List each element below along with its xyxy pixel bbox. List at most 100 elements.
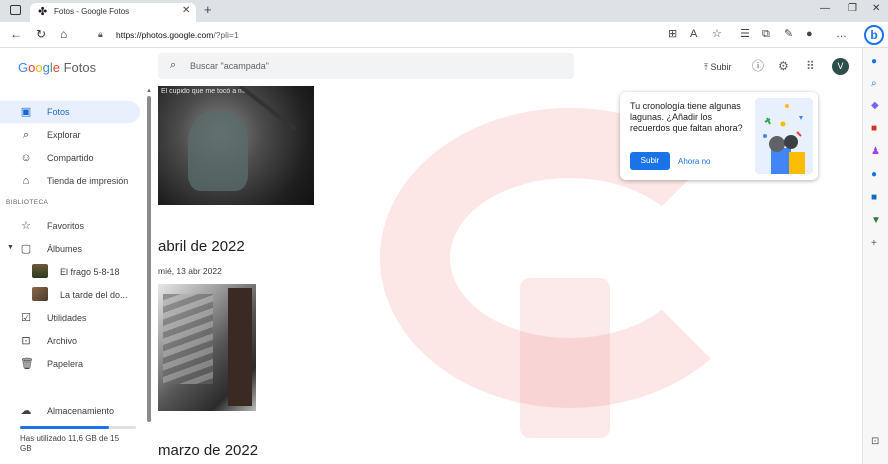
- settings-gear-icon[interactable]: ⚙: [778, 60, 789, 72]
- logo-letter: G: [18, 60, 29, 75]
- nav-item-favoritos[interactable]: ☆ Favoritos: [0, 215, 140, 237]
- nav-label: Tienda de impresión: [47, 176, 129, 186]
- bing-icon[interactable]: b: [864, 25, 884, 45]
- logo-product: Fotos: [63, 60, 97, 75]
- photo-door: [228, 288, 252, 406]
- read-aloud-icon[interactable]: A: [690, 28, 697, 40]
- new-tab-icon[interactable]: +: [204, 2, 212, 17]
- day-label: mié, 13 abr 2022: [158, 266, 222, 276]
- nav-label: Explorar: [47, 130, 81, 140]
- scrollbar-thumb[interactable]: [147, 96, 151, 422]
- nav-item-archivo[interactable]: ⊡ Archivo: [0, 330, 140, 352]
- popup-upload-button[interactable]: Subir: [630, 152, 670, 170]
- nav-label: La tarde del do...: [60, 290, 128, 300]
- photo-figure: [188, 111, 248, 191]
- sidebar-settings-icon[interactable]: ⊡: [871, 436, 879, 447]
- back-icon[interactable]: ←: [10, 28, 22, 40]
- nav-label: Almacenamiento: [47, 406, 115, 416]
- drop-icon[interactable]: ▼: [871, 215, 881, 226]
- reload-icon[interactable]: ↻: [36, 28, 46, 40]
- upload-label: Subir: [710, 62, 732, 72]
- popup-dismiss-button[interactable]: Ahora no: [678, 157, 710, 166]
- nav-item-albumes[interactable]: ▼ ▢ Álbumes: [0, 238, 140, 260]
- nav-item-fotos[interactable]: ▣ Fotos: [0, 101, 140, 123]
- url-host: https://photos.google.com: [116, 30, 214, 40]
- help-icon[interactable]: ⓘ: [752, 60, 764, 72]
- shopping-icon[interactable]: ◆: [871, 100, 879, 111]
- outlook-icon[interactable]: ■: [871, 192, 877, 203]
- nav-label: Utilidades: [47, 313, 87, 323]
- minimize-icon[interactable]: —: [820, 3, 830, 14]
- extensions-icon[interactable]: ✎: [784, 28, 793, 40]
- url-path: /?pli=1: [213, 30, 239, 40]
- nav-item-explorar[interactable]: ⌕ Explorar: [0, 124, 140, 146]
- apps-grid-icon[interactable]: ⠿: [806, 60, 815, 72]
- left-navigation: ▣ Fotos ⌕ Explorar ☺ Compartido ⌂ Tienda…: [0, 98, 150, 464]
- tab-title: Fotos - Google Fotos: [54, 7, 130, 16]
- storage-usage-text: Has utilizado 11,6 GB de 15 GB: [20, 434, 120, 453]
- home-icon[interactable]: ⌂: [60, 28, 67, 40]
- popup-message: Tu cronología tiene algunas lagunas. ¿Añ…: [630, 101, 743, 133]
- search-sidebar-icon[interactable]: ⌕: [871, 78, 877, 89]
- photo-bow: [239, 86, 297, 132]
- nav-item-utilidades[interactable]: ☑ Utilidades: [0, 307, 140, 329]
- app-available-icon[interactable]: ⊞: [668, 28, 677, 40]
- browser-tab[interactable]: ✤ Fotos - Google Fotos ✕: [30, 3, 196, 22]
- nav-item-album-1[interactable]: El frago 5-8-18: [0, 261, 140, 283]
- popup-illustration-svg: [763, 104, 805, 174]
- favorites-bar-icon[interactable]: ☰: [740, 28, 750, 40]
- nav-label: Favoritos: [47, 221, 85, 231]
- avatar[interactable]: V: [832, 58, 849, 75]
- collections-icon[interactable]: ⧉: [762, 28, 770, 40]
- profile-icon[interactable]: ●: [806, 28, 813, 40]
- restore-icon[interactable]: ❐: [848, 3, 857, 14]
- more-options-icon[interactable]: …: [836, 28, 847, 40]
- nav-item-papelera[interactable]: 🗑︎ Papelera: [0, 353, 140, 375]
- album-thumbnail: [32, 264, 48, 278]
- cloud-icon: ☁: [20, 405, 32, 417]
- tab-close-icon[interactable]: ✕: [182, 5, 190, 16]
- search-icon: ⌕: [22, 129, 30, 141]
- search-input[interactable]: ⌕ Buscar "acampada": [158, 53, 574, 79]
- popup-illustration: [755, 98, 813, 174]
- photo-thumbnail[interactable]: [158, 284, 256, 411]
- browser-address-bar: ← ↻ ⌂ 🔒︎ https://photos.google.com/?pli=…: [0, 22, 888, 48]
- photo-caption: El cupido que me tocó a mí.: [161, 88, 248, 95]
- nav-label: El frago 5-8-18: [60, 267, 120, 277]
- chevron-down-icon[interactable]: ▼: [7, 244, 14, 251]
- logo-letter: e: [52, 60, 60, 75]
- games-icon[interactable]: ♟: [871, 146, 880, 157]
- google-photos-favicon-icon: ✤: [38, 6, 48, 18]
- nav-label: Compartido: [47, 153, 94, 163]
- watermark-shape: [520, 278, 610, 438]
- lock-icon: 🔒︎: [98, 29, 103, 39]
- notification-icon[interactable]: ●: [871, 56, 877, 67]
- url-text: https://photos.google.com/?pli=1: [116, 30, 239, 40]
- storage-progress-fill: [20, 426, 110, 429]
- browser-tab-bar: ✤ Fotos - Google Fotos ✕ + — ❐ ✕: [0, 0, 888, 22]
- album-icon: ▢: [20, 243, 32, 255]
- nav-item-almacenamiento[interactable]: ☁ Almacenamiento: [0, 400, 140, 422]
- office-icon[interactable]: ●: [871, 169, 877, 180]
- tools-icon[interactable]: ■: [871, 123, 877, 134]
- nav-item-tienda[interactable]: ⌂ Tienda de impresión: [0, 170, 140, 192]
- nav-item-album-2[interactable]: La tarde del do...: [0, 284, 140, 306]
- people-icon: ☺: [20, 152, 32, 164]
- archive-icon: ⊡: [21, 335, 31, 347]
- window-close-icon[interactable]: ✕: [872, 3, 880, 14]
- add-sidebar-icon[interactable]: +: [871, 238, 877, 249]
- photo-stairs: [163, 294, 213, 384]
- url-field[interactable]: 🔒︎ https://photos.google.com/?pli=1: [88, 26, 652, 44]
- trash-icon: 🗑︎: [20, 358, 34, 370]
- photo-icon: ▣: [20, 106, 32, 118]
- upload-button[interactable]: ⤒ Subir: [704, 62, 732, 73]
- search-placeholder: Buscar "acampada": [190, 61, 269, 71]
- nav-label: Archivo: [47, 336, 78, 346]
- favorite-star-icon[interactable]: ☆: [712, 28, 722, 40]
- tab-actions-icon[interactable]: [10, 5, 21, 15]
- google-photos-app: Google Fotos ⌕ Buscar "acampada" ⤒ Subir…: [0, 48, 862, 464]
- scroll-up-icon[interactable]: ▲: [146, 88, 152, 94]
- photo-thumbnail[interactable]: El cupido que me tocó a mí.: [158, 86, 314, 205]
- google-photos-logo[interactable]: Google Fotos: [18, 60, 96, 75]
- nav-item-compartido[interactable]: ☺ Compartido: [0, 147, 140, 169]
